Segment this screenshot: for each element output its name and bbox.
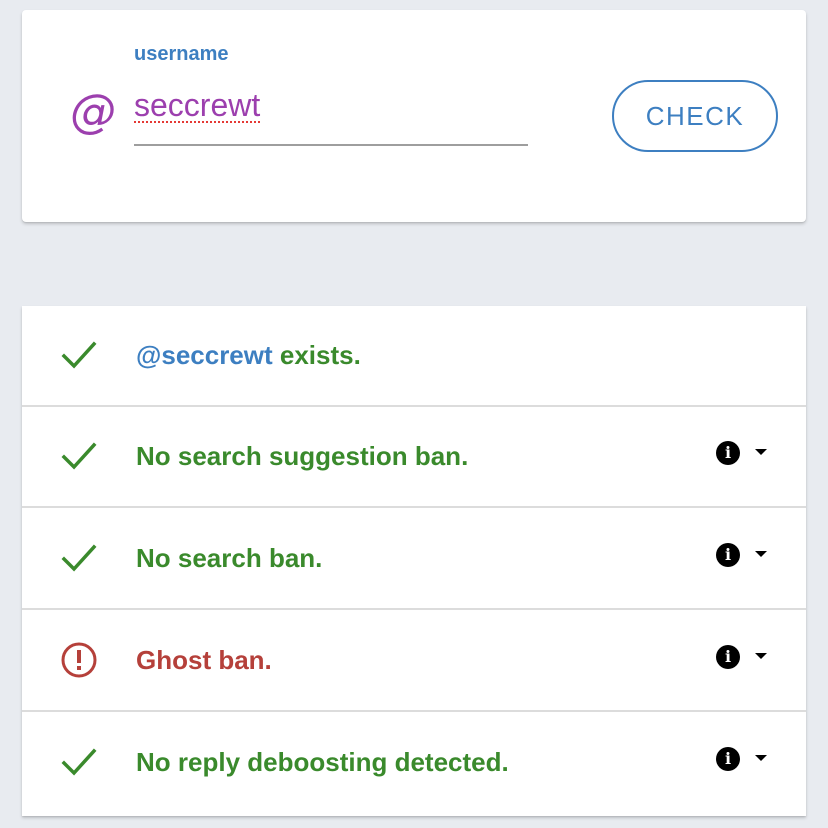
at-sign-icon: @ <box>70 84 116 138</box>
alert-circle-icon <box>61 642 97 678</box>
username-input[interactable] <box>134 88 528 146</box>
username-search-card: @ username CHECK <box>22 10 806 222</box>
result-text-search-suggestion-ban: No search suggestion ban. <box>136 441 469 471</box>
result-row-search-ban: No search ban. i <box>22 509 806 610</box>
result-row-exists: @seccrewt exists. <box>22 306 806 407</box>
result-row-search-suggestion-ban: No search suggestion ban. i <box>22 407 806 508</box>
info-icon[interactable]: i <box>716 747 740 771</box>
chevron-down-icon[interactable] <box>755 449 767 455</box>
check-icon <box>61 748 97 776</box>
chevron-down-icon[interactable] <box>755 551 767 557</box>
chevron-down-icon[interactable] <box>755 653 767 659</box>
check-icon <box>61 442 97 470</box>
result-text-exists: @seccrewt exists. <box>136 340 361 370</box>
chevron-down-icon[interactable] <box>755 755 767 761</box>
result-text-reply-deboosting: No reply deboosting detected. <box>136 747 509 777</box>
username-handle-link[interactable]: @seccrewt <box>136 340 273 370</box>
check-icon <box>61 341 97 369</box>
shadowban-checker: @ username CHECK @seccrewt exists. No se… <box>0 0 828 828</box>
check-icon <box>61 544 97 572</box>
info-icon[interactable]: i <box>716 543 740 567</box>
check-button[interactable]: CHECK <box>612 80 778 152</box>
result-row-reply-deboosting: No reply deboosting detected. i <box>22 713 806 814</box>
result-text-ghost-ban: Ghost ban. <box>136 645 272 675</box>
result-text-search-ban: No search ban. <box>136 543 323 573</box>
results-card: @seccrewt exists. No search suggestion b… <box>22 306 806 816</box>
username-field-label: username <box>134 43 229 65</box>
info-icon[interactable]: i <box>716 645 740 669</box>
result-row-ghost-ban: Ghost ban. i <box>22 611 806 712</box>
info-icon[interactable]: i <box>716 441 740 465</box>
